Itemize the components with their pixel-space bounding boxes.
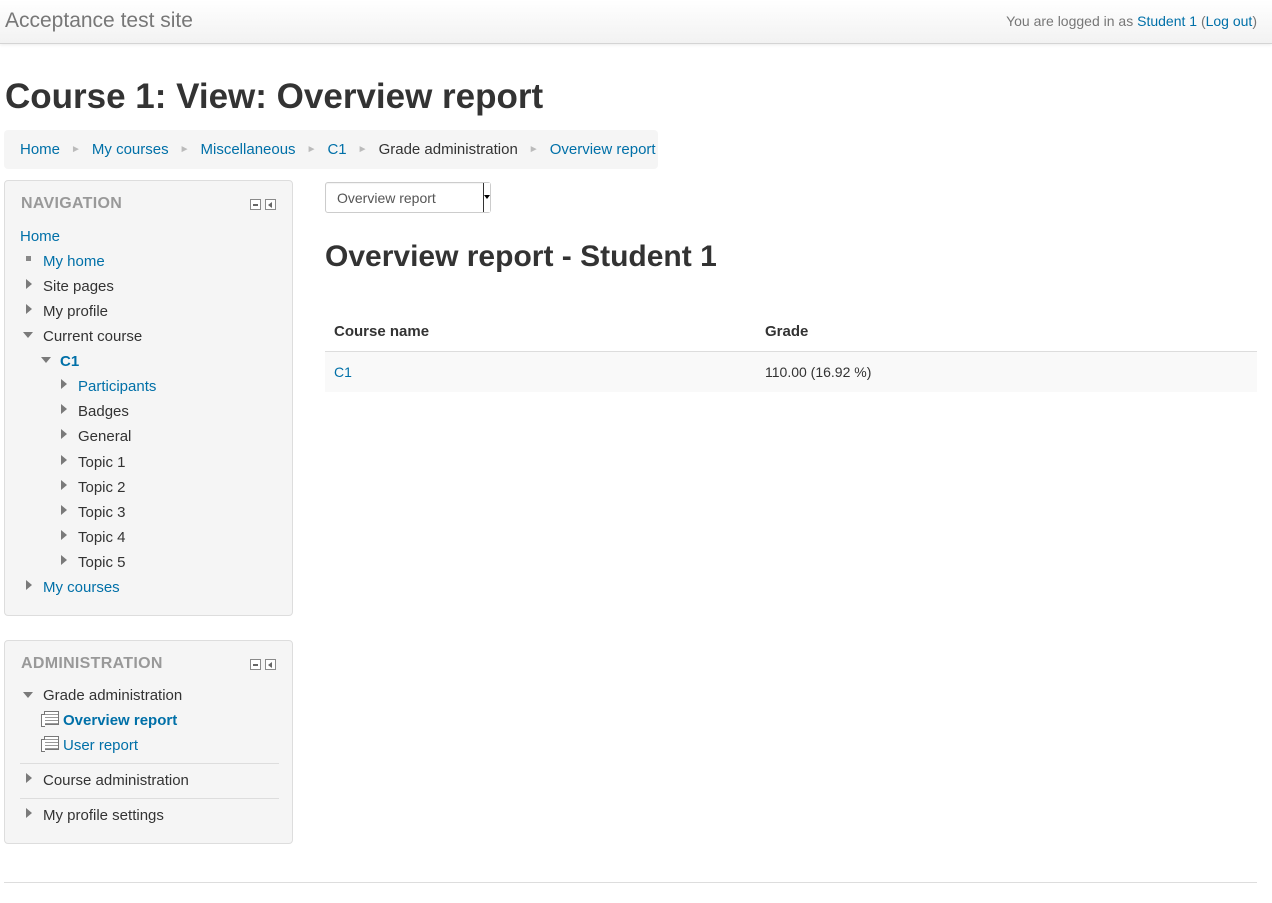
admin-my-profile-settings[interactable]: My profile settings (43, 807, 164, 825)
nav-current-course[interactable]: Current course (43, 328, 142, 346)
administration-block-controls (250, 659, 276, 670)
chevron-down-icon[interactable] (483, 183, 490, 212)
navigation-block-title: NAVIGATION (21, 195, 123, 212)
site-name-link[interactable]: Acceptance test site (5, 9, 193, 33)
logout-link[interactable]: Log out (1206, 13, 1253, 29)
page-title: Course 1: View: Overview report (5, 77, 544, 116)
nav-my-courses-link[interactable]: My courses (43, 579, 120, 597)
breadcrumb-separator-icon: ► (71, 144, 81, 155)
admin-overview-report-link[interactable]: Overview report (63, 712, 177, 730)
expand-arrow-icon[interactable] (26, 279, 32, 289)
logout-paren-close: ) (1252, 13, 1257, 29)
expand-arrow-icon[interactable] (26, 808, 32, 818)
breadcrumb-miscellaneous[interactable]: Miscellaneous (201, 141, 296, 158)
course-name-cell: C1 (325, 351, 756, 392)
administration-block-title: ADMINISTRATION (21, 655, 163, 672)
login-prefix: You are logged in as (1006, 13, 1134, 29)
expand-arrow-icon[interactable] (61, 530, 67, 540)
collapse-arrow-icon[interactable] (23, 332, 33, 338)
column-header-grade: Grade (756, 312, 1257, 352)
expand-arrow-icon[interactable] (26, 304, 32, 314)
column-header-course-name: Course name (325, 312, 756, 352)
nav-topic-3[interactable]: Topic 3 (78, 504, 126, 522)
report-selector[interactable]: Overview report (325, 182, 491, 213)
navigation-block-controls (250, 199, 276, 210)
expand-arrow-icon[interactable] (61, 455, 67, 465)
nav-my-home-link[interactable]: My home (43, 253, 105, 271)
nav-topic-4[interactable]: Topic 4 (78, 529, 126, 547)
nav-home-link[interactable]: Home (20, 228, 60, 246)
overview-grade-table: Course name Grade C1 110.00 (16.92 %) (325, 312, 1257, 392)
nav-general[interactable]: General (78, 428, 131, 446)
footer-divider (4, 882, 1257, 883)
bullet-icon (26, 256, 31, 261)
expand-arrow-icon[interactable] (61, 429, 67, 439)
dock-block-icon[interactable] (265, 199, 276, 210)
report-icon (41, 711, 59, 727)
breadcrumb: Home ► My courses ► Miscellaneous ► C1 ► Grade a… (4, 130, 658, 169)
report-selector-value: Overview report (337, 190, 436, 206)
nav-topic-5[interactable]: Topic 5 (78, 554, 126, 572)
login-info: You are logged in as Student 1 (Log out) (1006, 13, 1257, 29)
expand-arrow-icon[interactable] (61, 555, 67, 565)
expand-arrow-icon[interactable] (26, 773, 32, 783)
grade-cell: 110.00 (16.92 %) (756, 351, 1257, 392)
breadcrumb-separator-icon: ► (528, 144, 539, 155)
breadcrumb-my-courses[interactable]: My courses (92, 141, 169, 158)
breadcrumb-separator-icon: ► (306, 144, 317, 155)
nav-topic-2[interactable]: Topic 2 (78, 479, 126, 497)
expand-arrow-icon[interactable] (61, 480, 67, 490)
breadcrumb-separator-icon: ► (357, 144, 368, 155)
nav-site-pages[interactable]: Site pages (43, 278, 114, 296)
dock-block-icon[interactable] (265, 659, 276, 670)
expand-arrow-icon[interactable] (61, 404, 67, 414)
admin-grade-administration[interactable]: Grade administration (43, 687, 182, 705)
expand-arrow-icon[interactable] (61, 505, 67, 515)
breadcrumb-grade-administration: Grade administration (378, 141, 518, 158)
report-heading: Overview report - Student 1 (325, 240, 717, 273)
course-link[interactable]: C1 (334, 364, 352, 380)
divider (20, 763, 279, 764)
collapse-block-icon[interactable] (250, 659, 261, 670)
table-header-row: Course name Grade (325, 312, 1257, 352)
report-icon (41, 736, 59, 752)
expand-arrow-icon[interactable] (26, 580, 32, 590)
top-navbar: Acceptance test site You are logged in a… (0, 0, 1272, 44)
breadcrumb-overview-report[interactable]: Overview report (550, 141, 656, 158)
nav-my-profile[interactable]: My profile (43, 303, 108, 321)
breadcrumb-home[interactable]: Home (20, 141, 60, 158)
nav-badges[interactable]: Badges (78, 403, 129, 421)
collapse-arrow-icon[interactable] (23, 692, 33, 698)
table-row: C1 110.00 (16.92 %) (325, 351, 1257, 392)
nav-participants-link[interactable]: Participants (78, 378, 156, 396)
breadcrumb-c1[interactable]: C1 (327, 141, 346, 158)
admin-course-administration[interactable]: Course administration (43, 772, 189, 790)
divider (20, 798, 279, 799)
user-profile-link[interactable]: Student 1 (1137, 13, 1197, 29)
nav-course-c1-link[interactable]: C1 (60, 353, 79, 371)
administration-block: ADMINISTRATION Grade administration Over… (4, 640, 293, 844)
expand-arrow-icon[interactable] (61, 379, 67, 389)
navigation-block: NAVIGATION Home My home Site pages My pr… (4, 180, 293, 616)
collapse-arrow-icon[interactable] (41, 357, 51, 363)
nav-topic-1[interactable]: Topic 1 (78, 454, 126, 472)
breadcrumb-separator-icon: ► (179, 144, 190, 155)
admin-user-report-link[interactable]: User report (63, 737, 138, 755)
collapse-block-icon[interactable] (250, 199, 261, 210)
